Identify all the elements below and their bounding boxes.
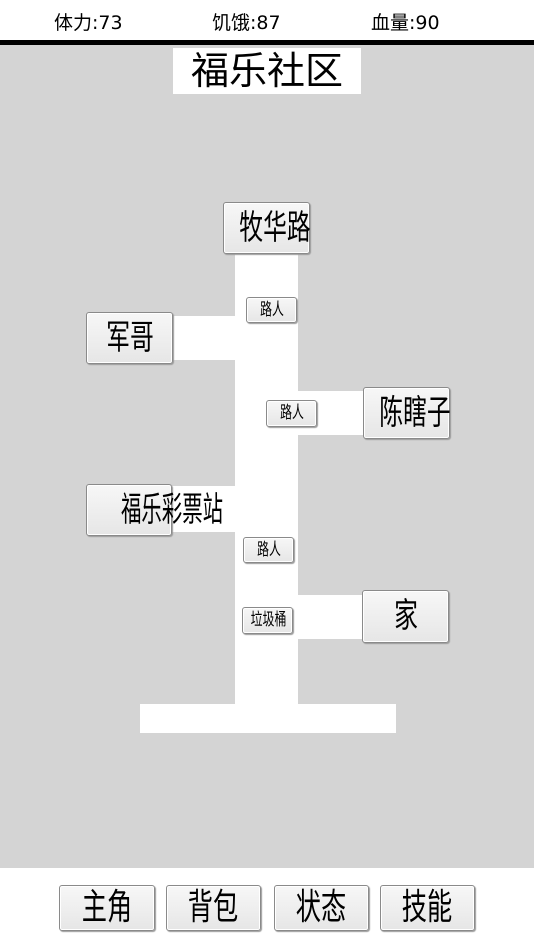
backpack-button[interactable]: 背包 [166, 885, 261, 931]
location-label: 家 [393, 596, 418, 636]
trash-can-button[interactable]: 垃圾桶 [242, 607, 293, 634]
menu-label: 主角 [81, 887, 133, 928]
menu-label: 背包 [188, 887, 239, 928]
npc-passerby-button-3[interactable]: 路人 [243, 537, 294, 563]
npc-passerby-button-2[interactable]: 路人 [266, 400, 317, 427]
road-branch-home [297, 595, 365, 639]
protagonist-button[interactable]: 主角 [59, 885, 155, 931]
location-home-button[interactable]: 家 [362, 590, 449, 643]
menu-label: 状态 [296, 887, 347, 928]
location-label: 牧华路 [239, 208, 311, 248]
npc-label: 路人 [259, 300, 284, 320]
location-label: 福乐彩票站 [121, 490, 223, 530]
npc-passerby-button-1[interactable]: 路人 [246, 297, 297, 323]
menu-label: 技能 [402, 887, 453, 928]
location-muhua-road-button[interactable]: 牧华路 [223, 202, 311, 254]
location-junge-button[interactable]: 军哥 [86, 312, 173, 364]
npc-label: 路人 [279, 403, 304, 423]
location-label: 陈瞎子 [379, 393, 451, 433]
location-label: 军哥 [105, 318, 154, 358]
status-bar: 体力:73 饥饿:87 血量:90 [0, 0, 534, 45]
road-branch-junge [170, 316, 236, 360]
stamina-stat: 体力:73 [54, 12, 123, 34]
map-title: 福乐社区 [173, 48, 361, 94]
road-bottom [140, 704, 396, 733]
status-button[interactable]: 状态 [274, 885, 369, 931]
health-stat: 血量:90 [371, 12, 440, 34]
npc-label: 路人 [256, 540, 281, 560]
npc-label: 垃圾桶 [250, 610, 287, 630]
location-chen-xiazi-button[interactable]: 陈瞎子 [363, 387, 451, 439]
location-lottery-station-button[interactable]: 福乐彩票站 [86, 484, 223, 536]
skills-button[interactable]: 技能 [380, 885, 475, 931]
hunger-stat: 饥饿:87 [212, 12, 281, 34]
